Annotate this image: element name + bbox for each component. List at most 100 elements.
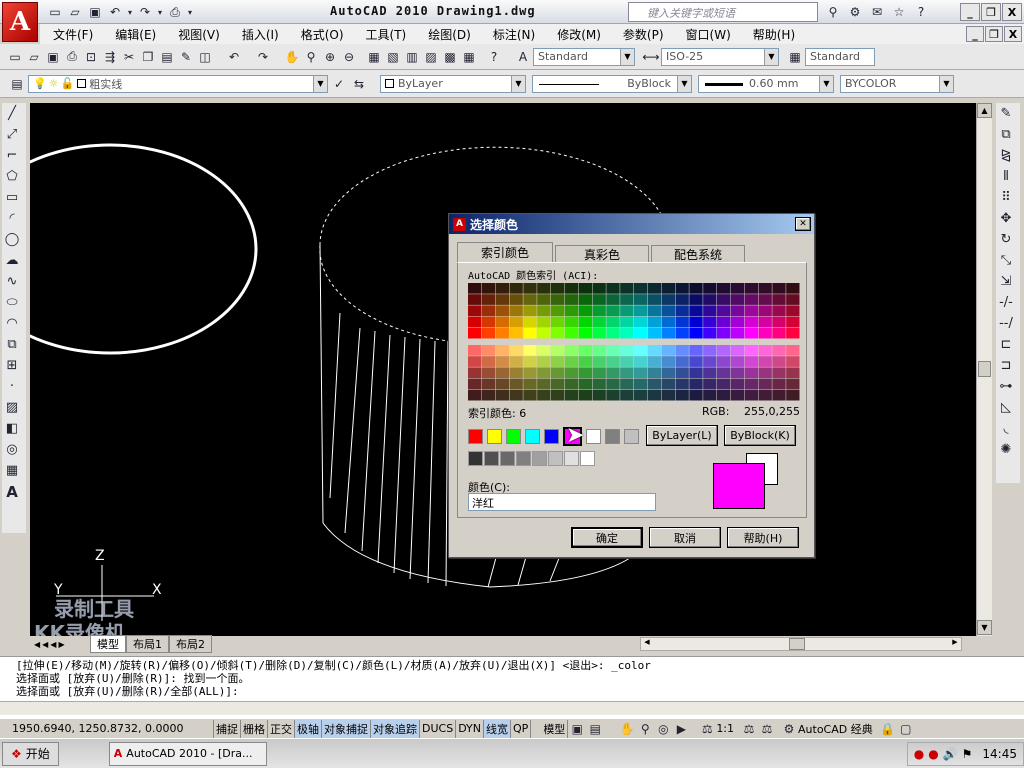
doc-minimize-button[interactable]: _	[966, 26, 984, 42]
aci-color-cell[interactable]	[786, 389, 800, 401]
aci-color-cell[interactable]	[758, 327, 772, 339]
doc-close-button[interactable]: X	[1004, 26, 1022, 42]
aci-color-cell[interactable]	[578, 316, 592, 328]
aci-color-cell[interactable]	[744, 305, 758, 317]
aci-color-cell[interactable]	[786, 305, 800, 317]
menu-help[interactable]: 帮助(H)	[742, 26, 806, 43]
aci-color-cell[interactable]	[481, 305, 496, 317]
aci-color-cell[interactable]	[564, 345, 579, 356]
print-icon[interactable]: ⎙	[166, 3, 184, 21]
aci-color-cell[interactable]	[730, 327, 745, 339]
aci-color-cell[interactable]	[689, 378, 703, 390]
model-space-button[interactable]: 模型	[541, 719, 569, 738]
aci-color-cell[interactable]	[786, 294, 800, 305]
aci-color-cell[interactable]	[758, 356, 772, 367]
aci-color-cell[interactable]	[468, 305, 482, 317]
aci-color-cell[interactable]	[758, 378, 772, 390]
aci-color-cell[interactable]	[606, 305, 620, 317]
redo-icon[interactable]: ↷	[254, 48, 272, 66]
aci-color-cell[interactable]	[481, 389, 496, 401]
save-icon[interactable]: ▣	[86, 3, 104, 21]
aci-color-cell[interactable]	[468, 367, 482, 379]
command-scrollbar[interactable]	[0, 701, 1024, 715]
chamfer-icon[interactable]: ◺	[996, 397, 1016, 418]
aci-color-cell[interactable]	[495, 316, 509, 328]
aci-color-cell[interactable]	[481, 356, 496, 367]
aci-color-cell[interactable]	[647, 378, 662, 390]
aci-color-cell[interactable]	[537, 378, 551, 390]
standard-color-swatch[interactable]	[525, 429, 540, 444]
table-icon[interactable]: ▦	[2, 460, 22, 481]
aci-color-cell[interactable]	[717, 378, 731, 390]
sheet-set-icon[interactable]: ▨	[422, 48, 440, 66]
steering-wheel-icon[interactable]: ◎	[654, 720, 672, 738]
toggle-lineweight[interactable]: 线宽	[484, 719, 512, 738]
aci-color-cell[interactable]	[634, 283, 648, 294]
plotstyle-select[interactable]: BYCOLOR ▼	[840, 74, 954, 93]
aci-color-cell[interactable]	[592, 389, 606, 401]
aci-color-cell[interactable]	[551, 345, 565, 356]
toggle-qp[interactable]: QP	[511, 719, 532, 738]
aci-color-cell[interactable]	[675, 367, 689, 379]
lock-icon[interactable]: 🔒	[879, 720, 897, 738]
aci-color-cell[interactable]	[578, 345, 592, 356]
aci-color-cell[interactable]	[537, 367, 551, 379]
aci-color-cell[interactable]	[551, 327, 565, 339]
aci-color-cell[interactable]	[744, 356, 758, 367]
gray-color-swatch[interactable]	[516, 451, 531, 466]
trim-icon[interactable]: -/-	[996, 292, 1016, 313]
aci-color-cell[interactable]	[661, 294, 675, 305]
construction-line-icon[interactable]: ⤢	[2, 124, 22, 145]
save-icon[interactable]: ▣	[44, 48, 62, 66]
aci-color-cell[interactable]	[495, 305, 509, 317]
aci-color-cell[interactable]	[481, 283, 496, 294]
make-current-icon[interactable]: ✓	[330, 75, 348, 93]
text-style-select[interactable]: Standard ▼	[533, 47, 635, 66]
aci-color-cell[interactable]	[523, 356, 537, 367]
aci-color-cell[interactable]	[620, 378, 634, 390]
aci-color-cell[interactable]	[689, 294, 703, 305]
scroll-right-icon[interactable]: ▶	[949, 638, 961, 650]
scroll-up-icon[interactable]: ▲	[977, 103, 992, 118]
arc-icon[interactable]: ◜	[2, 208, 22, 229]
tool-palettes-icon[interactable]: ▥	[403, 48, 421, 66]
aci-color-cell[interactable]	[772, 356, 786, 367]
command-line[interactable]: [拉伸(E)/移动(M)/旋转(R)/偏移(O)/倾斜(T)/删除(D)/复制(…	[0, 656, 1024, 720]
aci-color-cell[interactable]	[758, 294, 772, 305]
standard-color-swatch[interactable]	[506, 429, 521, 444]
aci-color-cell[interactable]	[551, 283, 565, 294]
layer-select[interactable]: 💡 ☼ 🔓 粗实线 ▼	[28, 74, 328, 93]
aci-color-cell[interactable]	[758, 345, 772, 356]
aci-color-cell[interactable]	[647, 294, 662, 305]
aci-color-cell[interactable]	[647, 327, 662, 339]
vertical-scrollbar[interactable]: ▲ ▼	[976, 103, 992, 636]
aci-color-cell[interactable]	[703, 305, 717, 317]
aci-color-cell[interactable]	[564, 327, 579, 339]
aci-color-cell[interactable]	[744, 327, 758, 339]
markup-icon[interactable]: ▩	[441, 48, 459, 66]
aci-color-cell[interactable]	[661, 378, 675, 390]
showmotion-icon[interactable]: ▶	[672, 720, 690, 738]
open-icon[interactable]: ▱	[66, 3, 84, 21]
copy-icon[interactable]: ❐	[139, 48, 157, 66]
pan-icon[interactable]: ✋	[283, 48, 301, 66]
aci-color-cell[interactable]	[468, 389, 482, 401]
redo-icon[interactable]: ↷	[136, 3, 154, 21]
aci-color-cell[interactable]	[606, 294, 620, 305]
aci-color-cell[interactable]	[772, 378, 786, 390]
annotation-visibility-icon[interactable]: ⚖	[740, 720, 758, 738]
aci-color-cell[interactable]	[564, 389, 579, 401]
paste-icon[interactable]: ▤	[158, 48, 176, 66]
doc-restore-button[interactable]: ❐	[985, 26, 1003, 42]
array-icon[interactable]: ⠿	[996, 187, 1016, 208]
bylayer-button[interactable]: ByLayer(L)	[646, 425, 718, 446]
tray-stop-icon[interactable]: ●	[928, 747, 938, 761]
polyline-icon[interactable]: ⌐	[2, 145, 22, 166]
aci-color-cell[interactable]	[509, 389, 523, 401]
aci-color-cell[interactable]	[606, 345, 620, 356]
aci-color-cell[interactable]	[481, 367, 496, 379]
erase-icon[interactable]: ✎	[996, 103, 1016, 124]
menu-draw[interactable]: 绘图(D)	[417, 26, 482, 43]
aci-color-cell[interactable]	[592, 367, 606, 379]
zoom-window-icon[interactable]: ⊕	[321, 48, 339, 66]
